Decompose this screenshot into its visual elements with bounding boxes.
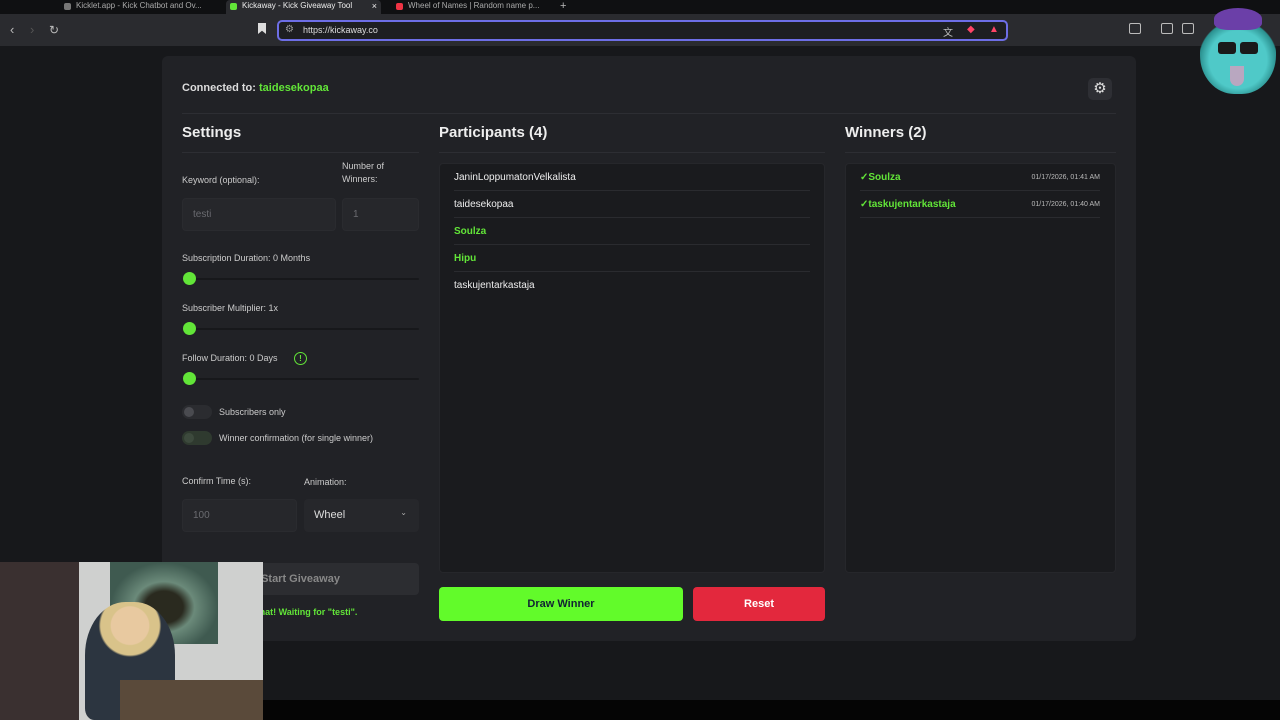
participants-title: Participants (4)	[439, 124, 548, 141]
participants-list: JaninLoppumatonVelkalista taidesekopaa S…	[439, 163, 825, 573]
animation-selected-value: Wheel	[314, 509, 346, 521]
subscriber-multiplier-knob[interactable]	[183, 322, 196, 335]
tab-wheel-of-names[interactable]: Wheel of Names | Random name p...	[392, 0, 547, 14]
subscription-duration-label: Subscription Duration: 0 Months	[182, 253, 311, 263]
winners-count-input[interactable]: 1	[342, 198, 419, 231]
webcam-overlay	[0, 562, 263, 720]
gear-icon: ⚙	[1093, 80, 1107, 97]
settings-divider	[182, 152, 419, 153]
bookmark-icon[interactable]	[258, 23, 266, 34]
participant-item: Hipu	[454, 245, 810, 272]
avatar-glasses-right	[1240, 42, 1258, 54]
winner-item: ✓Soulza 01/17/2026, 01:41 AM	[860, 164, 1100, 191]
settings-title: Settings	[182, 124, 242, 141]
info-icon[interactable]: !	[294, 352, 307, 365]
participant-item: JaninLoppumatonVelkalista	[454, 164, 810, 191]
participant-item: Soulza	[454, 218, 810, 245]
extensions-icon[interactable]	[1129, 23, 1141, 34]
wheel-favicon-icon	[396, 3, 403, 10]
reset-button[interactable]: Reset	[693, 587, 825, 621]
follow-duration-slider[interactable]	[184, 378, 419, 380]
avatar-tongue	[1230, 66, 1244, 86]
site-settings-icon[interactable]: ⚙	[285, 24, 294, 35]
reload-icon[interactable]: ↻	[49, 22, 59, 38]
subscription-duration-knob[interactable]	[183, 272, 196, 285]
participant-item: taskujentarkastaja	[454, 280, 535, 291]
winners-count-label: Number of Winners:	[342, 161, 385, 184]
close-tab-icon[interactable]: ×	[372, 0, 377, 12]
brave-rewards-icon[interactable]: ▲	[989, 24, 999, 35]
tab-title: Kickaway - Kick Giveaway Tool	[242, 1, 353, 10]
draw-winner-button[interactable]: Draw Winner	[439, 587, 683, 621]
confirm-time-label: Confirm Time (s):	[182, 476, 252, 486]
subscribers-only-label: Subscribers only	[219, 407, 286, 417]
winners-list: ✓Soulza 01/17/2026, 01:41 AM ✓taskujenta…	[845, 163, 1116, 573]
subscriber-multiplier-slider[interactable]	[184, 328, 419, 330]
brave-shield-icon[interactable]: ◆	[967, 24, 975, 35]
connection-status: Connected to: taidesekopaa	[182, 82, 329, 94]
tab-kickaway[interactable]: Kickaway - Kick Giveaway Tool ×	[226, 0, 381, 14]
tab-title: Kicklet.app - Kick Chatbot and Ov...	[76, 1, 202, 10]
winner-timestamp: 01/17/2026, 01:40 AM	[1031, 201, 1101, 208]
header-divider	[182, 113, 1116, 114]
participants-divider	[439, 152, 825, 153]
winners-title: Winners (2)	[845, 124, 927, 141]
keyword-input[interactable]: testi	[182, 198, 336, 231]
channel-name: taidesekopaa	[259, 82, 329, 94]
animation-label: Animation:	[304, 477, 347, 487]
bottom-bar	[263, 700, 1280, 720]
wallet-icon[interactable]	[1182, 23, 1194, 34]
forward-icon[interactable]: ›	[30, 22, 34, 38]
winner-name: ✓taskujentarkastaja	[860, 199, 956, 210]
confirm-time-input[interactable]: 100	[182, 499, 297, 532]
avatar-glasses-left	[1218, 42, 1236, 54]
kickaway-favicon-icon	[230, 3, 237, 10]
new-tab-icon[interactable]: +	[560, 0, 566, 12]
participant-item: taidesekopaa	[454, 191, 810, 218]
avatar-hair	[1214, 8, 1262, 30]
subscription-duration-slider[interactable]	[184, 278, 419, 280]
address-bar[interactable]: ⚙ https://kickaway.co 文 ◆ ▲	[277, 20, 1008, 41]
winner-confirmation-label: Winner confirmation (for single winner)	[219, 433, 374, 443]
winner-confirmation-toggle[interactable]	[182, 431, 212, 445]
tab-kicklet[interactable]: Kicklet.app - Kick Chatbot and Ov...	[60, 0, 215, 14]
winner-timestamp: 01/17/2026, 01:41 AM	[1031, 174, 1101, 181]
winner-item: ✓taskujentarkastaja 01/17/2026, 01:40 AM	[860, 191, 1100, 218]
giveaway-panel: Connected to: taidesekopaa ⚙ Settings Ke…	[162, 56, 1136, 641]
kicklet-favicon-icon	[64, 3, 71, 10]
tab-bar: Kicklet.app - Kick Chatbot and Ov... Kic…	[0, 0, 1280, 14]
subscribers-only-toggle[interactable]	[182, 405, 212, 419]
toggle-knob	[184, 407, 194, 417]
winners-divider	[845, 152, 1116, 153]
follow-duration-knob[interactable]	[183, 372, 196, 385]
desk	[120, 680, 263, 720]
follow-duration-label: Follow Duration: 0 Days	[182, 353, 278, 363]
tab-title: Wheel of Names | Random name p...	[408, 1, 540, 10]
back-icon[interactable]: ‹	[10, 22, 14, 38]
chevron-down-icon: ⌄	[400, 508, 407, 517]
animation-select[interactable]: Wheel ⌄	[304, 499, 419, 532]
url-text: https://kickaway.co	[303, 25, 378, 35]
streamer-avatar-overlay	[1200, 8, 1276, 94]
subscriber-multiplier-label: Subscriber Multiplier: 1x	[182, 303, 279, 313]
connected-label: Connected to:	[182, 82, 256, 94]
settings-gear-button[interactable]: ⚙	[1088, 78, 1112, 100]
winner-name: ✓Soulza	[860, 172, 901, 183]
browser-toolbar: ‹ › ↻ ⚙ https://kickaway.co 文 ◆ ▲	[0, 14, 1280, 46]
translate-icon[interactable]: 文	[943, 24, 953, 39]
keyword-label: Keyword (optional):	[182, 175, 260, 185]
toggle-knob	[184, 433, 194, 443]
sidebar-icon[interactable]	[1161, 23, 1173, 34]
